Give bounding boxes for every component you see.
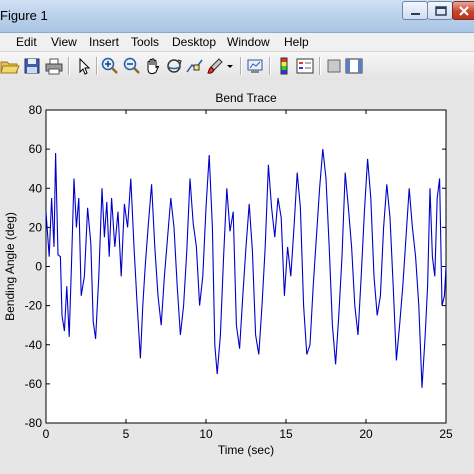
brush-dropdown-icon xyxy=(227,65,233,68)
window-title: Figure 1 xyxy=(0,8,48,23)
x-tick-label: 15 xyxy=(279,427,293,441)
minimize-icon xyxy=(411,13,420,15)
menu-window[interactable]: Window xyxy=(227,35,270,49)
pan-button[interactable] xyxy=(143,56,163,76)
zoom-in-icon xyxy=(101,57,118,74)
x-tick-label: 20 xyxy=(359,427,373,441)
menu-desktop[interactable]: Desktop xyxy=(172,35,216,49)
y-tick-label: 0 xyxy=(35,260,42,274)
bend-trace-plot[interactable]: 0 5 10 15 20 25 -80 -60 -40 -20 0 20 40 60 80 Bend Tra… xyxy=(0,80,474,474)
close-icon xyxy=(459,6,469,16)
brush-icon xyxy=(207,58,223,74)
toolbar-separator xyxy=(319,57,321,75)
x-axis-label: Time (sec) xyxy=(218,443,274,457)
open-button[interactable] xyxy=(0,56,20,76)
figure-canvas[interactable]: 0 5 10 15 20 25 -80 -60 -40 -20 0 20 40 60 80 Bend Tra… xyxy=(0,80,474,474)
link-plot-icon xyxy=(247,59,263,73)
menu-edit[interactable]: Edit xyxy=(16,35,37,49)
y-tick-label: -40 xyxy=(25,338,43,352)
pointer-icon xyxy=(79,57,91,75)
x-tick-label: 0 xyxy=(43,427,50,441)
y-tick-label: -20 xyxy=(25,299,43,313)
zoom-out-icon xyxy=(123,57,140,74)
x-tick-label: 5 xyxy=(123,427,130,441)
zoom-out-button[interactable] xyxy=(122,56,142,76)
data-cursor-icon xyxy=(186,59,203,73)
pan-hand-icon xyxy=(147,58,160,75)
chart-title: Bend Trace xyxy=(215,91,277,105)
link-plot-button[interactable] xyxy=(245,56,265,76)
print-button[interactable] xyxy=(44,56,64,76)
y-tick-label: 60 xyxy=(29,142,43,156)
maximize-button[interactable] xyxy=(427,1,453,20)
close-button[interactable] xyxy=(452,1,474,20)
menu-bar: Edit View Insert Tools Desktop Window He… xyxy=(0,33,474,51)
zoom-in-button[interactable] xyxy=(100,56,120,76)
menu-tools[interactable]: Tools xyxy=(131,35,159,49)
y-axis-label: Bending Angle (deg) xyxy=(3,212,17,321)
toolbar-separator xyxy=(96,57,98,75)
print-icon xyxy=(45,58,63,75)
axes-background xyxy=(45,109,447,424)
hide-plot-tools-icon xyxy=(327,59,341,73)
colorbar-button[interactable] xyxy=(274,56,294,76)
x-tick-label: 25 xyxy=(439,427,453,441)
data-cursor-button[interactable] xyxy=(185,56,205,76)
x-tick-label: 10 xyxy=(199,427,213,441)
open-folder-icon xyxy=(0,61,20,74)
window-title-bar[interactable]: Figure 1 xyxy=(0,0,474,33)
legend-button[interactable] xyxy=(295,56,315,76)
toolbar xyxy=(0,51,474,81)
maximize-icon xyxy=(435,6,447,16)
brush-dropdown-button[interactable] xyxy=(225,56,235,76)
toolbar-separator xyxy=(68,57,70,75)
brush-button[interactable] xyxy=(205,56,225,76)
y-tick-label: 40 xyxy=(29,181,43,195)
menu-help[interactable]: Help xyxy=(284,35,309,49)
toolbar-separator xyxy=(269,57,271,75)
save-button[interactable] xyxy=(22,56,42,76)
menu-insert[interactable]: Insert xyxy=(89,35,119,49)
y-tick-label: 80 xyxy=(29,103,43,117)
colorbar-icon xyxy=(280,57,288,75)
minimize-button[interactable] xyxy=(402,1,428,20)
y-tick-label: -80 xyxy=(25,416,43,430)
rotate-3d-button[interactable] xyxy=(164,56,184,76)
legend-icon xyxy=(296,58,314,74)
rotate-3d-icon xyxy=(167,59,182,73)
menu-view[interactable]: View xyxy=(51,35,77,49)
save-icon xyxy=(24,58,40,74)
show-plot-tools-button[interactable] xyxy=(344,56,364,76)
toolbar-separator xyxy=(240,57,242,75)
show-plot-tools-icon xyxy=(345,58,363,74)
y-tick-label: -60 xyxy=(25,377,43,391)
y-tick-label: 20 xyxy=(29,220,43,234)
hide-plot-tools-button[interactable] xyxy=(324,56,344,76)
pointer-button[interactable] xyxy=(74,56,94,76)
